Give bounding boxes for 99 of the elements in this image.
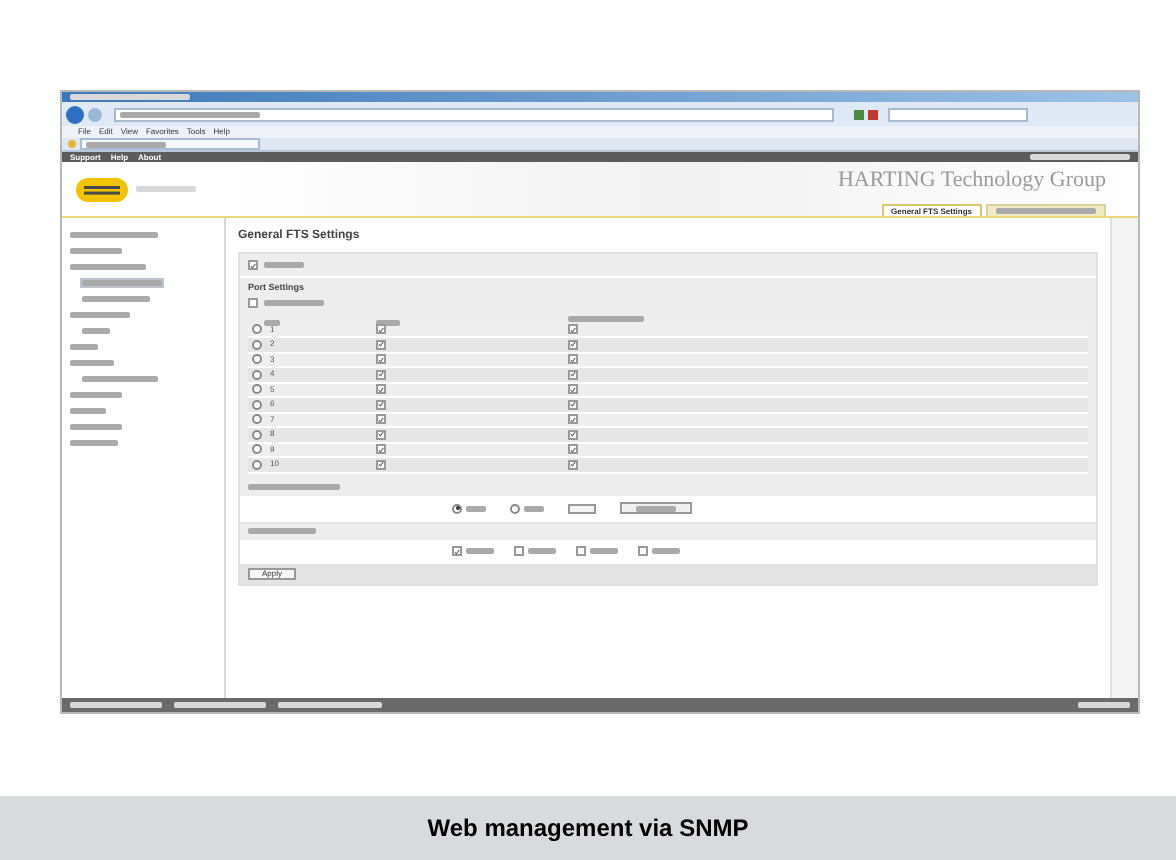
checkbox[interactable] [568, 444, 578, 455]
radio-button[interactable] [252, 459, 262, 470]
sidebar-item[interactable] [68, 262, 148, 272]
sidebar-item[interactable] [68, 342, 100, 352]
blurred-label [70, 312, 130, 318]
blurred-label [136, 186, 196, 192]
blurred-label [70, 360, 114, 366]
blurred-label [82, 328, 110, 334]
blurred-label [1030, 154, 1130, 160]
checkbox[interactable] [376, 399, 386, 410]
checkbox[interactable] [376, 414, 386, 425]
sidebar-item[interactable] [68, 438, 120, 448]
blurred-label [82, 376, 158, 382]
blurred-label [996, 208, 1096, 214]
sidebar-item[interactable] [68, 310, 132, 320]
checkbox[interactable] [376, 369, 386, 380]
checkbox[interactable] [568, 384, 578, 395]
blurred-label [1078, 702, 1130, 708]
blurred-label [70, 232, 158, 238]
brand-title: HARTING Technology Group [837, 170, 1106, 192]
checkbox[interactable] [514, 546, 524, 556]
checkbox[interactable] [376, 339, 386, 350]
blurred-label [70, 408, 106, 414]
radio-button[interactable] [252, 339, 262, 350]
blurred-label [278, 702, 382, 708]
radio-button[interactable] [510, 503, 520, 513]
checkbox[interactable] [576, 546, 586, 556]
sidebar-item[interactable] [68, 358, 116, 368]
radio-button[interactable] [252, 444, 262, 455]
checkbox[interactable] [248, 297, 258, 307]
caption: Web management via SNMP [427, 812, 749, 846]
blurred-label [70, 440, 118, 446]
blurred-label [82, 296, 150, 302]
blurred-label [264, 262, 304, 268]
scrollbar[interactable] [1110, 218, 1138, 698]
settings-tab[interactable] [986, 204, 1106, 216]
blurred-label [466, 505, 486, 511]
blurred-label [82, 280, 162, 286]
radio-button[interactable] [252, 384, 262, 395]
blurred-label [264, 299, 324, 305]
checkbox[interactable] [452, 546, 462, 556]
radio-button[interactable] [252, 399, 262, 410]
sidebar-item[interactable] [80, 294, 152, 304]
checkbox[interactable] [376, 384, 386, 395]
dropdown[interactable] [568, 503, 596, 513]
sidebar-item[interactable] [80, 326, 112, 336]
radio-button[interactable] [452, 503, 462, 513]
checkbox[interactable] [376, 429, 386, 440]
checkbox[interactable] [376, 444, 386, 455]
blurred-label [636, 505, 676, 511]
blurred-label [70, 248, 122, 254]
blurred-label [248, 528, 316, 534]
sidebar-item[interactable] [68, 422, 124, 432]
blurred-label [120, 111, 260, 117]
sidebar-item[interactable] [68, 406, 108, 416]
blurred-label [590, 548, 618, 554]
radio-button[interactable] [252, 429, 262, 440]
checkbox[interactable] [568, 339, 578, 350]
sidebar-item[interactable] [68, 390, 124, 400]
sidebar-item[interactable] [68, 246, 124, 256]
action-button[interactable] [620, 502, 692, 514]
search-field[interactable] [888, 107, 1028, 121]
blurred-label [70, 344, 98, 350]
radio-button[interactable] [252, 354, 262, 365]
checkbox[interactable] [568, 354, 578, 365]
blurred-label [70, 392, 122, 398]
sidebar-item[interactable] [68, 230, 160, 240]
checkbox[interactable] [568, 414, 578, 425]
radio-button[interactable] [252, 369, 262, 380]
browser-tab[interactable] [80, 138, 260, 150]
radio-button[interactable] [252, 324, 262, 335]
blurred-label [86, 141, 166, 147]
blurred-label [70, 94, 190, 100]
blurred-label [528, 548, 556, 554]
blurred-label [70, 424, 122, 430]
blurred-label [568, 315, 644, 321]
logo-icon [76, 177, 128, 201]
radio-button[interactable] [252, 414, 262, 425]
address-field[interactable] [114, 107, 834, 121]
blurred-label [264, 320, 280, 326]
blurred-label [524, 505, 544, 511]
blurred-label [466, 548, 494, 554]
blurred-label [248, 484, 340, 490]
blurred-label [174, 702, 266, 708]
checkbox[interactable] [376, 354, 386, 365]
checkbox[interactable] [568, 399, 578, 410]
blurred-label [70, 264, 146, 270]
sidebar-item[interactable] [80, 374, 160, 384]
checkbox[interactable] [568, 429, 578, 440]
blurred-label [652, 548, 680, 554]
checkbox[interactable] [376, 459, 386, 470]
back-button[interactable] [66, 105, 84, 123]
blurred-label [70, 702, 162, 708]
checkbox[interactable] [568, 369, 578, 380]
checkbox[interactable] [638, 546, 648, 556]
checkbox[interactable] [248, 260, 258, 270]
checkbox[interactable] [568, 324, 578, 335]
checkbox[interactable] [376, 324, 386, 335]
checkbox[interactable] [568, 459, 578, 470]
